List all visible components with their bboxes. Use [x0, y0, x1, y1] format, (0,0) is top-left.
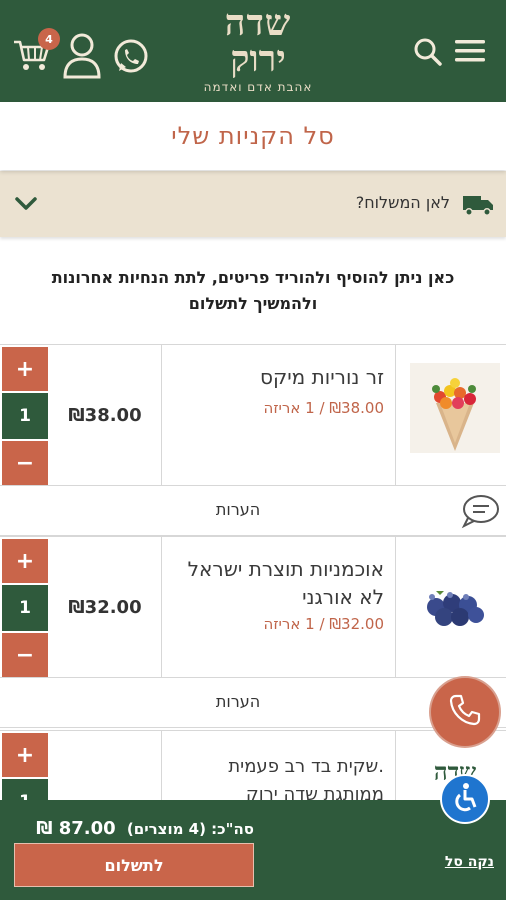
item-total-price: ₪32.00 [68, 596, 142, 618]
item-notes[interactable]: הערות [0, 678, 506, 728]
quantity-stepper: + 1 − [2, 539, 48, 677]
quantity-stepper: + 1 − [2, 347, 48, 485]
clear-cart-link[interactable]: נקה סל [445, 854, 494, 870]
accessibility-button[interactable] [440, 774, 490, 824]
menu-icon[interactable] [452, 36, 488, 66]
product-image-flower-bouquet[interactable] [410, 363, 500, 453]
increase-quantity-button[interactable]: + [2, 347, 48, 391]
logo-tagline: אהבת אדם ואדמה [203, 80, 313, 94]
cart-total: סה"כ: (4 מוצרים) 87.00 ₪ [14, 818, 254, 839]
cart-total-label: סה"כ: (4 מוצרים) [126, 820, 254, 838]
notes-label: הערות [215, 692, 261, 711]
shipping-label: לאן המשלוח? [355, 193, 450, 212]
cart-total-value: 87.00 ₪ [36, 818, 116, 839]
quantity-value[interactable]: 1 [2, 393, 48, 439]
product-name[interactable]: אוכמניות תוצרת ישראל לא אורגני [164, 555, 384, 611]
checkout-button[interactable]: לתשלום [14, 843, 254, 887]
product-image-blueberries[interactable] [410, 555, 500, 645]
search-icon[interactable] [412, 36, 444, 68]
cart-item-row: + 1 − ₪32.00 אוכמניות תוצרת ישראל לא אור… [0, 536, 506, 678]
cart-instructions: כאן ניתן להוסיף ולהוריד פריטים, לתת הנחי… [51, 268, 455, 313]
product-name[interactable]: זר נוריות מיקס [164, 363, 384, 391]
phone-icon [447, 692, 483, 732]
site-logo[interactable]: שדה ירוק אהבת אדם ואדמה [178, 4, 338, 100]
divider [395, 345, 396, 485]
shipping-selector[interactable]: לאן המשלוח? [0, 171, 506, 237]
truck-icon [462, 193, 494, 221]
site-header: שדה ירוק אהבת אדם ואדמה 4 [0, 0, 506, 102]
divider [161, 345, 162, 485]
cart-count-badge: 4 [38, 28, 60, 50]
quantity-value[interactable]: 1 [2, 585, 48, 631]
logo-line-1: שדה [224, 2, 292, 44]
divider [161, 537, 162, 677]
comment-icon[interactable] [460, 493, 500, 533]
decrease-quantity-button[interactable]: − [2, 633, 48, 677]
decrease-quantity-button[interactable]: − [2, 441, 48, 485]
item-notes[interactable]: הערות [0, 486, 506, 536]
page-title-bar: סל הקניות שלי [0, 102, 506, 170]
increase-quantity-button[interactable]: + [2, 539, 48, 583]
whatsapp-icon[interactable] [110, 36, 152, 78]
increase-quantity-button[interactable]: + [2, 733, 48, 777]
unit-price: ₪38.00 / 1 אריזה [263, 399, 384, 417]
accessibility-icon [449, 781, 481, 817]
user-icon[interactable] [60, 30, 104, 80]
page-title: סל הקניות שלי [171, 122, 335, 150]
item-total-price: ₪38.00 [68, 404, 142, 426]
divider [395, 537, 396, 677]
cart-item-row: + 1 − ₪38.00 זר נוריות מיקס ₪38.00 / 1 א… [0, 344, 506, 486]
unit-price: ₪32.00 / 1 אריזה [263, 615, 384, 633]
logo-line-2: ירוק [230, 38, 286, 80]
notes-label: הערות [215, 500, 261, 519]
cart-footer: סה"כ: (4 מוצרים) 87.00 ₪ לתשלום נקה סל [0, 800, 506, 900]
chevron-down-icon[interactable] [14, 195, 38, 217]
phone-call-button[interactable] [431, 678, 499, 746]
